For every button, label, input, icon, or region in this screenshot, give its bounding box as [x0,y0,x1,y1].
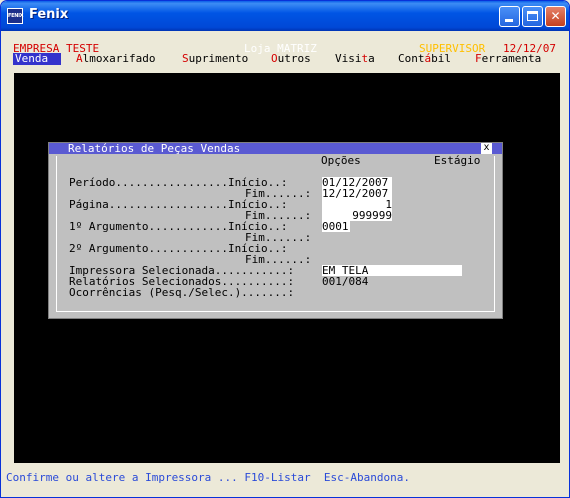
menu-hotkey: F [475,52,482,65]
close-button[interactable]: ✕ [545,6,566,27]
client-area: EMPRESA TESTE Loja MATRIZ SUPERVISOR 12/… [5,31,565,495]
menu-hotkey: O [271,52,278,65]
fenix-app-icon[interactable]: FENIX [7,8,24,24]
menu-hotkey: V [15,52,22,65]
window-title: Fenix [29,7,69,22]
status-bar: Confirme ou altere a Impressora ... F10-… [6,471,410,484]
menu-label: uprimento [188,52,249,65]
menu-label-pre: Cont [398,52,425,65]
menu-contabil[interactable]: Contábil [398,53,451,65]
menu-label: a [368,52,375,65]
menu-label: bil [431,52,451,65]
periodo-fim-field[interactable]: 12/12/2007 [322,188,392,199]
menu-label: enda [21,52,49,65]
close-icon: ✕ [550,9,561,23]
argumento1-inicio-field[interactable]: 0001 [322,221,350,232]
menu-label: erramenta [481,52,542,65]
menu-visita[interactable]: Visita [335,53,375,65]
title-bar[interactable]: FENIX Fenix ✕ [1,1,569,31]
app-window: FENIX Fenix ✕ EMPRESA TESTE Loja MATRIZ … [0,0,570,498]
dialog-title: Relatórios de Peças Vendas [49,143,502,154]
relatorios-value: 001/084 [322,275,369,288]
menu-outros[interactable]: Outros [271,53,311,65]
minimize-icon [505,19,513,22]
ocorrencias-label: Ocorrências (Pesq./Selec.).......: [69,286,295,299]
menu-suprimento[interactable]: Suprimento [182,53,248,65]
menu-label-pre: Visi [335,52,362,65]
menu-label: utros [277,52,311,65]
dialog-close-icon[interactable]: x [481,143,492,154]
menu-almoxarifado[interactable]: Almoxarifado [76,53,155,65]
menu-label: lmoxarifado [82,52,156,65]
terminal-screen: Relatórios de Peças Vendas x Opções Está… [14,73,560,463]
menu-venda[interactable]: Venda [13,53,61,65]
column-header-estagio: Estágio [434,154,481,167]
maximize-icon [527,11,538,21]
menu-hotkey: S [182,52,189,65]
minimize-button[interactable] [499,6,520,27]
menu-hotkey: A [76,52,83,65]
maximize-button[interactable] [522,6,543,27]
report-dialog: Relatórios de Peças Vendas x Opções Está… [48,142,503,319]
main-menu: Venda Almoxarifado Suprimento Outros Vis… [13,53,541,65]
menu-ferramenta[interactable]: Ferramenta [475,53,541,65]
column-header-opcoes: Opções [321,154,361,167]
